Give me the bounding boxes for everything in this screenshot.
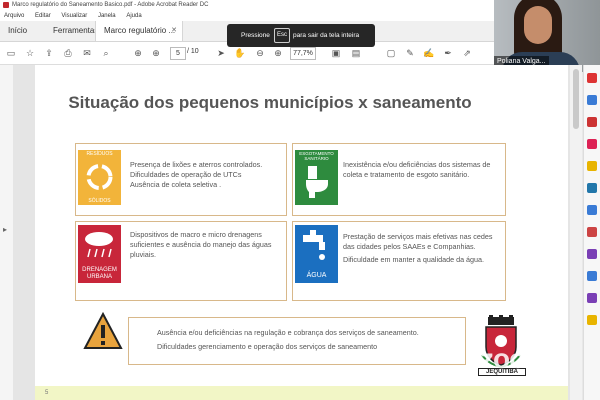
- print-icon[interactable]: ⎙: [62, 47, 74, 59]
- card-drenagem: DRENAGEM URBANA Dispositivos de macro e …: [75, 221, 287, 301]
- sign-icon[interactable]: ✒: [442, 47, 454, 59]
- drenagem-label: DRENAGEM URBANA: [82, 267, 117, 280]
- protect-icon[interactable]: [587, 249, 597, 259]
- residuos-line-2: Dificuldades de operação de UTCs: [130, 170, 242, 179]
- recycle-icon: [86, 164, 113, 190]
- banner-prefix: Pressione: [241, 32, 270, 39]
- redact-icon[interactable]: [587, 227, 597, 237]
- agua-line-2: Dificuldade em manter a qualidade da águ…: [343, 255, 485, 264]
- send-sign-icon[interactable]: [587, 293, 597, 303]
- page-number-input[interactable]: 5: [170, 47, 186, 60]
- drenagem-text: Dispositivos de macro e micro drenagens …: [130, 230, 280, 260]
- upload-icon[interactable]: ⇪: [43, 47, 55, 59]
- tab-ferramentas-label: Ferramentas: [53, 26, 99, 35]
- expand-panel-icon[interactable]: ▸: [3, 225, 7, 234]
- left-navigation-panel: ▸: [0, 65, 14, 400]
- create-pdf-icon[interactable]: [587, 95, 597, 105]
- participant-face: [524, 6, 552, 44]
- select-cursor-icon[interactable]: ➤: [215, 47, 227, 59]
- draw-icon[interactable]: ✍: [423, 47, 435, 59]
- bookmark-star-icon[interactable]: ☆: [24, 47, 36, 59]
- menu-editar[interactable]: Editar: [35, 13, 51, 19]
- card-residuos: RESÍDUOS SÓLIDOS Presença de lixões e at…: [75, 143, 287, 216]
- fullscreen-exit-banner: Pressione Esc para sair da tela inteira: [227, 24, 375, 47]
- esgoto-text: Inexistência e/ou deficiências dos siste…: [343, 160, 501, 180]
- card-agua: ÁGUA Prestação de serviços mais efetivas…: [292, 221, 506, 301]
- acrobat-app-icon: [3, 2, 9, 8]
- close-tab-icon[interactable]: ✕: [171, 21, 177, 41]
- banner-suffix: para sair da tela inteira: [293, 32, 360, 39]
- menu-visualizar[interactable]: Visualizar: [61, 13, 87, 19]
- esgoto-label: ESGOTAMENTO SANITÁRIO: [299, 151, 334, 161]
- share-icon[interactable]: ⇗: [461, 47, 473, 59]
- residuos-solidos-tile: RESÍDUOS SÓLIDOS: [78, 150, 121, 205]
- participant-video[interactable]: Poliana Valga...: [494, 0, 600, 72]
- page-total: / 10: [187, 48, 199, 55]
- tab-document-label: Marco regulatório ...: [104, 26, 176, 35]
- right-tools-pane: [583, 65, 600, 400]
- more-tools-icon[interactable]: [587, 315, 597, 325]
- regulacao-line-1: Ausência e/ou deficiências na regulação …: [157, 328, 419, 337]
- tab-document[interactable]: Marco regulatório ... ✕: [95, 21, 183, 41]
- fill-sign-icon[interactable]: [587, 271, 597, 281]
- slide-footer-band: 5: [35, 386, 568, 400]
- combine-files-icon[interactable]: [587, 139, 597, 149]
- tab-inicio-label: Início: [8, 26, 28, 35]
- hand-tool-icon[interactable]: ✋: [234, 47, 246, 59]
- residuos-text: Presença de lixões e aterros controlados…: [130, 160, 280, 190]
- menu-arquivo[interactable]: Arquivo: [4, 13, 24, 19]
- next-page-icon[interactable]: ⊕: [150, 47, 162, 59]
- edit-pdf-icon[interactable]: [587, 117, 597, 127]
- regulacao-line-2: Dificuldades gerenciamento e operação do…: [157, 342, 378, 351]
- agua-label: ÁGUA: [306, 272, 327, 279]
- zoom-watermark: zoom: [480, 343, 550, 374]
- highlight-pen-icon[interactable]: ✎: [404, 47, 416, 59]
- card-regulacao: Ausência e/ou deficiências na regulação …: [128, 317, 466, 365]
- water-tap-icon: [303, 230, 325, 260]
- scrollbar-thumb[interactable]: [573, 69, 579, 129]
- esc-key-badge: Esc: [274, 28, 290, 43]
- rain-cloud-icon: [85, 232, 113, 258]
- residuos-line-3: Ausência de coleta seletiva .: [130, 180, 222, 189]
- drenagem-line-1: Dispositivos de macro e micro drenagens …: [130, 230, 272, 259]
- organize-pages-icon[interactable]: [587, 183, 597, 193]
- previous-page-icon[interactable]: ⊕: [132, 47, 144, 59]
- regulacao-text: Ausência e/ou deficiências na regulação …: [157, 328, 457, 352]
- menu-ajuda[interactable]: Ajuda: [126, 13, 141, 19]
- slide-page-number: 5: [45, 390, 49, 396]
- comment-icon[interactable]: ▢: [385, 47, 397, 59]
- warning-icon: [83, 311, 123, 349]
- warning-tile: [81, 310, 125, 354]
- window-title: Marco regulatório do Saneamento Basico.p…: [12, 2, 209, 8]
- esgoto-line-1: Inexistência e/ou deficiências dos siste…: [343, 160, 491, 179]
- fit-page-icon[interactable]: ▣: [330, 47, 342, 59]
- esgotamento-sanitario-tile: ESGOTAMENTO SANITÁRIO: [295, 150, 338, 205]
- menu-janela[interactable]: Janela: [98, 13, 116, 19]
- scroll-mode-icon[interactable]: ▤: [350, 47, 362, 59]
- zoom-level-field[interactable]: 77,7%: [290, 47, 316, 60]
- agua-line-1: Prestação de serviços mais efetivas nas …: [343, 232, 493, 251]
- save-icon[interactable]: ▭: [5, 47, 17, 59]
- vertical-scrollbar[interactable]: [570, 65, 582, 400]
- search-icon[interactable]: ⌕: [100, 47, 112, 59]
- agua-text: Prestação de serviços mais efetivas nas …: [343, 232, 501, 265]
- residuos-label-bottom: SÓLIDOS: [88, 198, 111, 204]
- card-esgotamento: ESGOTAMENTO SANITÁRIO Inexistência e/ou …: [292, 143, 506, 216]
- drenagem-urbana-tile: DRENAGEM URBANA: [78, 225, 121, 283]
- email-icon[interactable]: ✉: [81, 47, 93, 59]
- slide-title: Situação dos pequenos municípios x sanea…: [68, 93, 472, 112]
- agua-tile: ÁGUA: [295, 225, 338, 283]
- zoom-in-icon[interactable]: ⊕: [272, 47, 284, 59]
- residuos-line-1: Presença de lixões e aterros controlados…: [130, 160, 263, 169]
- residuos-label-top: RESÍDUOS: [86, 151, 113, 157]
- comment-tool-icon[interactable]: [587, 161, 597, 171]
- zoom-out-icon[interactable]: ⊖: [254, 47, 266, 59]
- export-pdf-icon[interactable]: [587, 73, 597, 83]
- send-for-review-icon[interactable]: [587, 205, 597, 215]
